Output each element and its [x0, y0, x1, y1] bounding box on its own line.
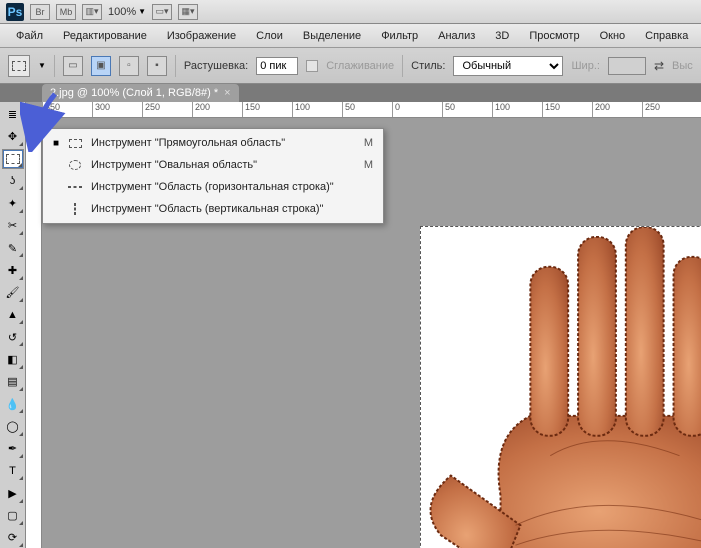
tool-eyedropper[interactable]: ✎	[2, 238, 24, 258]
menu-analysis[interactable]: Анализ	[430, 26, 483, 46]
doc-dropdown-1[interactable]: ▥▾	[82, 4, 102, 20]
arrange-button[interactable]: ▦▾	[178, 4, 198, 20]
flyout-ellipse-marquee[interactable]: Инструмент "Овальная область" M	[43, 154, 383, 176]
ruler-tick: 150	[542, 102, 592, 117]
ruler-tick: 250	[142, 102, 192, 117]
menu-3d[interactable]: 3D	[487, 26, 517, 46]
ruler-tick: 300	[92, 102, 142, 117]
tool-shape[interactable]: ▢	[2, 506, 24, 526]
flyout-label: Инструмент "Область (горизонтальная стро…	[91, 181, 347, 193]
antialias-checkbox	[306, 60, 318, 72]
main-menu: Файл Редактирование Изображение Слои Выд…	[0, 24, 701, 48]
flyout-label: Инструмент "Область (вертикальная строка…	[91, 203, 347, 215]
width-input	[608, 57, 646, 75]
ruler-tick: 200	[192, 102, 242, 117]
divider	[54, 55, 55, 77]
flyout-rect-marquee[interactable]: ■ Инструмент "Прямоугольная область" M	[43, 132, 383, 154]
menu-view[interactable]: Просмотр	[521, 26, 587, 46]
flyout-checkmark: ■	[53, 138, 59, 149]
flyout-label: Инструмент "Овальная область"	[91, 159, 347, 171]
ruler-tick: 50	[342, 102, 392, 117]
menu-filter[interactable]: Фильтр	[373, 26, 426, 46]
ruler-tick: 0	[392, 102, 442, 117]
app-logo: Ps	[6, 3, 24, 21]
tool-type[interactable]: T	[2, 461, 24, 481]
menu-select[interactable]: Выделение	[295, 26, 369, 46]
ruler-vertical[interactable]	[26, 118, 42, 548]
antialias-label: Сглаживание	[326, 60, 394, 72]
intersect-selection-button[interactable]: ▪	[147, 56, 167, 76]
marquee-flyout: ■ Инструмент "Прямоугольная область" M И…	[42, 128, 384, 224]
feather-input[interactable]	[256, 57, 298, 75]
tool-history-brush[interactable]: ↺	[2, 327, 24, 347]
workspace: ≣ ✥ ʖ ✦ ✂ ✎ ✚ 🖌 ▲ ↺ ◧ ▤ 💧 ◯ ✒ T ▶ ▢ ⟳ 35…	[0, 102, 701, 548]
style-select[interactable]: Обычный	[453, 56, 563, 76]
document-tabbar: 2.jpg @ 100% (Слой 1, RGB/8#) * ×	[0, 84, 701, 102]
flyout-label: Инструмент "Прямоугольная область"	[91, 137, 347, 149]
ruler-tick: 50	[442, 102, 492, 117]
app-topbar: Ps Br Mb ▥▾ 100% ▼ ▭▾ ▦▾	[0, 0, 701, 24]
flyout-shortcut: M	[355, 159, 373, 171]
zoom-value: 100%	[108, 6, 136, 18]
tool-gradient[interactable]: ▤	[2, 372, 24, 392]
tool-options-bar: ▼ ▭ ▣ ▫ ▪ Растушевка: Сглаживание Стиль:…	[0, 48, 701, 84]
ruler-tick: 100	[292, 102, 342, 117]
document-canvas[interactable]	[420, 226, 701, 548]
single-row-icon	[67, 179, 83, 195]
height-label: Выс	[672, 60, 693, 72]
ruler-tick: 200	[592, 102, 642, 117]
ruler-tick: 250	[642, 102, 692, 117]
ruler-tick: 350	[42, 102, 92, 117]
hand-image	[421, 227, 701, 548]
zoom-box[interactable]: 100% ▼	[108, 6, 146, 18]
tool-crop[interactable]: ✂	[2, 216, 24, 236]
swap-wh-icon: ⇄	[654, 59, 664, 73]
bridge-button[interactable]: Br	[30, 4, 50, 20]
document-tab-label: 2.jpg @ 100% (Слой 1, RGB/8#) *	[50, 87, 218, 99]
tool-stamp[interactable]: ▲	[2, 305, 24, 325]
new-selection-button[interactable]: ▭	[63, 56, 83, 76]
ellipse-marquee-icon	[67, 157, 83, 173]
divider	[175, 55, 176, 77]
toolbox: ≣ ✥ ʖ ✦ ✂ ✎ ✚ 🖌 ▲ ↺ ◧ ▤ 💧 ◯ ✒ T ▶ ▢ ⟳	[0, 102, 26, 548]
tool-dodge[interactable]: ◯	[2, 416, 24, 436]
tool-blur[interactable]: 💧	[2, 394, 24, 414]
menu-image[interactable]: Изображение	[159, 26, 244, 46]
add-selection-button[interactable]: ▣	[91, 56, 111, 76]
ruler-horizontal[interactable]: 350 300 250 200 150 100 50 0 50 100 150 …	[42, 102, 701, 118]
tool-pen[interactable]: ✒	[2, 439, 24, 459]
tool-lasso[interactable]: ʖ	[2, 171, 24, 191]
ruler-tick: 150	[242, 102, 292, 117]
active-tool-preset[interactable]	[8, 55, 30, 77]
menu-window[interactable]: Окно	[592, 26, 634, 46]
single-col-icon	[67, 201, 83, 217]
menu-edit[interactable]: Редактирование	[55, 26, 155, 46]
subtract-selection-button[interactable]: ▫	[119, 56, 139, 76]
handle-grip[interactable]: ≣	[2, 104, 24, 124]
rect-marquee-icon	[67, 135, 83, 151]
menu-help[interactable]: Справка	[637, 26, 696, 46]
flyout-col-marquee[interactable]: Инструмент "Область (вертикальная строка…	[43, 198, 383, 220]
ruler-tick: 100	[492, 102, 542, 117]
flyout-row-marquee[interactable]: Инструмент "Область (горизонтальная стро…	[43, 176, 383, 198]
tool-wand[interactable]: ✦	[2, 193, 24, 213]
document-tab[interactable]: 2.jpg @ 100% (Слой 1, RGB/8#) * ×	[42, 84, 239, 102]
menu-file[interactable]: Файл	[8, 26, 51, 46]
tool-3d-rotate[interactable]: ⟳	[2, 528, 24, 548]
tool-path-select[interactable]: ▶	[2, 483, 24, 503]
tool-heal[interactable]: ✚	[2, 260, 24, 280]
tool-marquee[interactable]	[2, 149, 24, 169]
feather-label: Растушевка:	[184, 60, 248, 72]
close-tab-icon[interactable]: ×	[224, 87, 230, 99]
width-label: Шир.:	[571, 60, 599, 72]
tool-move[interactable]: ✥	[2, 126, 24, 146]
minibridge-button[interactable]: Mb	[56, 4, 76, 20]
flyout-shortcut: M	[355, 137, 373, 149]
divider	[402, 55, 403, 77]
tool-eraser[interactable]: ◧	[2, 349, 24, 369]
tool-brush[interactable]: 🖌	[2, 283, 24, 303]
style-label: Стиль:	[411, 60, 445, 72]
screen-mode-button[interactable]: ▭▾	[152, 4, 172, 20]
menu-layers[interactable]: Слои	[248, 26, 291, 46]
